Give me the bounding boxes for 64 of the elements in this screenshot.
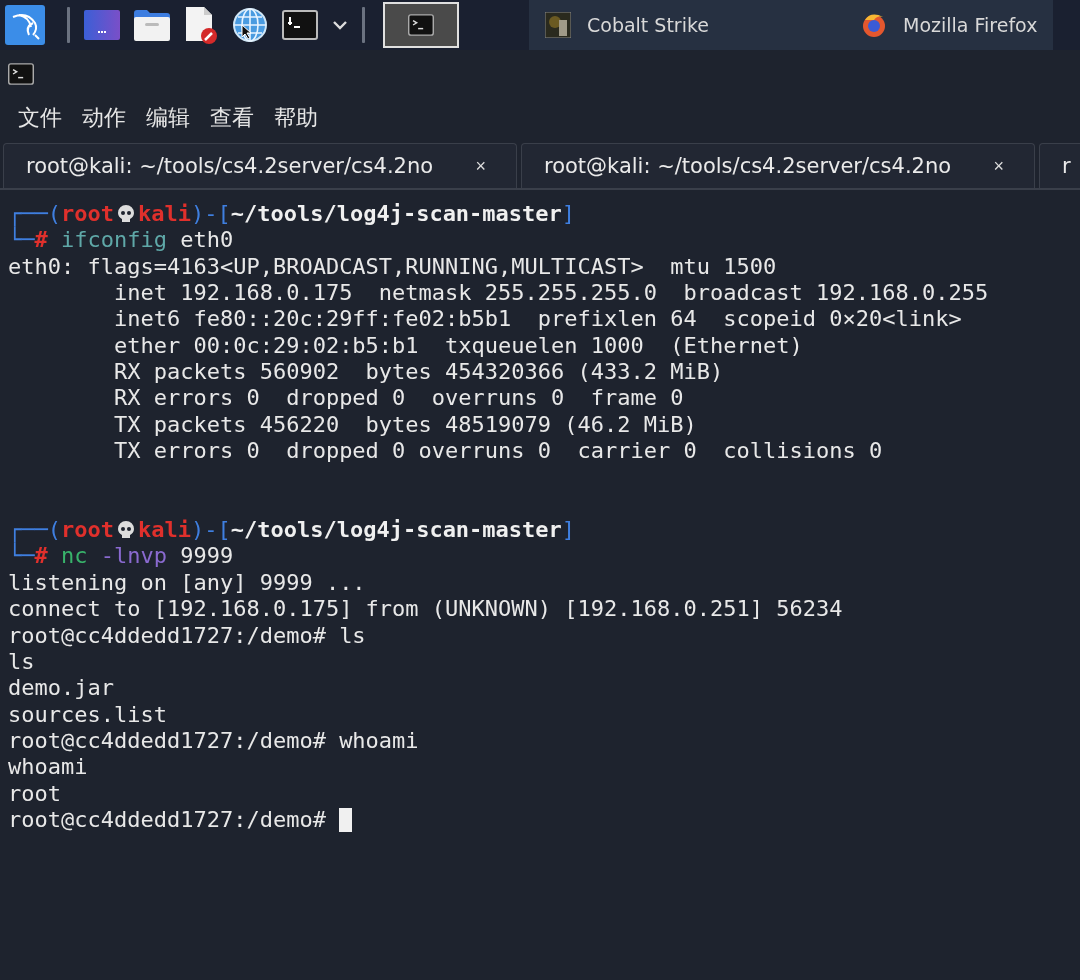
terminal-line: root@cc4ddedd1727:/demo# ls — [8, 622, 366, 649]
prompt-frame: )-[ — [190, 201, 231, 228]
prompt-frame: └─ — [8, 543, 35, 570]
terminal-line: root — [8, 780, 61, 807]
prompt-frame: )-[ — [190, 517, 231, 544]
prompt-frame: ┌──( — [8, 201, 61, 228]
terminal-line: eth0: flags=4163<UP,BROADCAST,RUNNING,MULTICAST> mtu 1500 — [8, 253, 777, 281]
prompt-user: root — [61, 517, 114, 544]
text-editor-icon[interactable] — [184, 6, 218, 44]
taskbar-window-button[interactable] — [383, 2, 459, 48]
skull-icon — [115, 520, 136, 541]
terminal-line: inet6 fe80::20c:29ff:fe02:b5b1 prefixlen 64 scopeid 0×20<link> — [112, 306, 962, 333]
prompt-frame: ] — [561, 517, 576, 544]
terminal-icon[interactable] — [282, 10, 318, 40]
prompt-host: kali — [137, 201, 191, 228]
caret-icon[interactable] — [332, 20, 348, 30]
tab-label: root@kali: ~/tools/cs4.2server/cs4.2no — [544, 154, 952, 178]
prompt-frame: └─ — [8, 227, 35, 254]
firefox-icon — [861, 12, 887, 38]
terminal-icon — [8, 63, 34, 85]
prompt-host: kali — [137, 517, 191, 544]
globe-icon[interactable] — [232, 7, 268, 43]
terminal-line: sources.list — [8, 701, 167, 728]
terminal-line: inet 192.168.0.175 netmask 255.255.255.0 broadcast 192.168.0.255 — [112, 280, 989, 307]
close-tab-button[interactable]: × — [475, 155, 486, 177]
terminal-line: ether 00:0c:29:02:b5:b1 txqueuelen 1000 (Ethernet) — [112, 332, 803, 360]
prompt-symbol: # — [34, 227, 48, 254]
command-text: ifconfig eth0 — [60, 227, 234, 254]
prompt-symbol: # — [34, 543, 48, 570]
terminal-tab[interactable]: root@kali: ~/tools/cs4.2server/cs4.2no × — [3, 143, 517, 188]
tab-label: r — [1062, 154, 1071, 178]
menu-item[interactable]: 帮助 — [274, 103, 318, 133]
menu-item[interactable]: 编辑 — [146, 103, 190, 133]
taskbar-window-button[interactable]: Cobalt Strike — [529, 0, 845, 50]
close-tab-button[interactable]: × — [993, 155, 1004, 177]
terminal-line: demo.jar — [8, 675, 114, 702]
prompt-path: ~/tools/log4j-scan-master — [230, 201, 562, 228]
terminal-line: root@cc4ddedd1727:/demo# — [8, 806, 327, 834]
prompt-frame: ] — [561, 201, 576, 228]
terminal-line: ls — [8, 648, 35, 676]
terminal-line: connect to [192.168.0.175] from (UNKNOWN) [192.168.0.251] 56234 — [8, 596, 843, 623]
terminal-line: listening on [any] 9999 ... — [8, 569, 366, 597]
tab-label: root@kali: ~/tools/cs4.2server/cs4.2no — [26, 154, 434, 178]
app-thumbnail-icon — [545, 12, 571, 38]
prompt-user: root — [61, 201, 114, 228]
folder-icon[interactable] — [134, 9, 170, 41]
terminal-line: TX packets 456220 bytes 48519079 (46.2 MiB) — [112, 411, 697, 439]
menu-item[interactable]: 查看 — [210, 103, 254, 133]
terminal-line: RX packets 560902 bytes 454320366 (433.2 MiB) — [112, 359, 724, 386]
terminal-line: whoami — [8, 754, 88, 781]
prompt-path: ~/tools/log4j-scan-master — [230, 517, 562, 544]
terminal-line: root@cc4ddedd1727:/demo# whoami — [8, 727, 419, 755]
menu-item[interactable]: 文件 — [18, 103, 62, 133]
terminal-line: TX errors 0 dropped 0 overruns 0 carrier 0 collisions 0 — [112, 438, 883, 465]
prompt-frame: ┌──( — [8, 517, 61, 544]
taskbar-window-button[interactable]: Mozilla Firefox — [845, 0, 1054, 50]
terminal-tab[interactable]: root@kali: ~/tools/cs4.2server/cs4.2no × — [521, 143, 1035, 188]
terminal-line: RX errors 0 dropped 0 overruns 0 frame 0 — [112, 385, 684, 412]
skull-icon — [115, 204, 136, 225]
kali-logo-icon[interactable] — [5, 5, 45, 45]
terminal-icon — [408, 14, 434, 36]
menu-item[interactable]: 动作 — [82, 103, 126, 133]
terminal-tab[interactable]: r — [1039, 143, 1080, 188]
command-text: nc -lnvp 9999 — [60, 543, 234, 570]
